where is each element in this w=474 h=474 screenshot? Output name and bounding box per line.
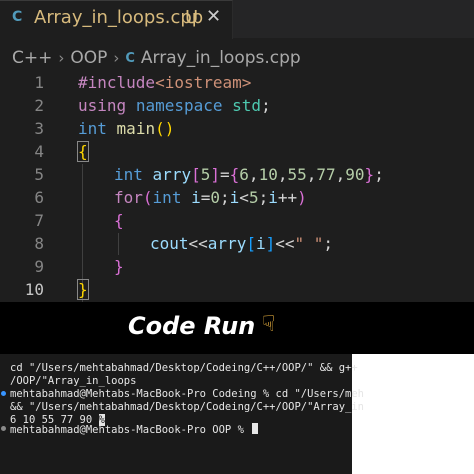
breadcrumb-item-oop[interactable]: OOP xyxy=(70,48,107,68)
close-brace: } xyxy=(114,257,124,276)
tab-array-in-loops[interactable]: C Array_in_loops.cpp U ✕ xyxy=(0,0,233,39)
chevron-right-icon: › xyxy=(58,49,65,67)
loop-limit: 5 xyxy=(248,188,259,207)
for-keyword: for xyxy=(114,188,143,207)
command-status-dot xyxy=(1,426,6,431)
close-brace: } xyxy=(77,279,89,300)
loop-var: i xyxy=(255,234,266,253)
breadcrumb-item-cpp[interactable]: C++ xyxy=(12,48,52,68)
line-number: 6 xyxy=(34,188,44,207)
using-keyword: using xyxy=(78,96,127,115)
terminal-cursor xyxy=(252,423,259,434)
loop-var: i xyxy=(268,188,278,207)
cpp-file-icon: C xyxy=(12,9,23,25)
cpp-file-icon: C xyxy=(125,50,135,66)
int-keyword: int xyxy=(114,165,143,184)
line-number: 4 xyxy=(34,142,44,161)
include-header: <iostream> xyxy=(155,73,252,92)
loop-var: i xyxy=(229,188,240,207)
line-number: 7 xyxy=(34,211,44,230)
terminal-line: cd "/Users/mehtabahmad/Desktop/Codeing/C… xyxy=(10,362,358,374)
line-number-active: 10 xyxy=(24,280,44,299)
cout-identifier: cout xyxy=(150,234,189,253)
chevron-right-icon: › xyxy=(113,49,120,67)
code-line-7: { xyxy=(114,210,124,232)
std-identifier: std xyxy=(232,96,262,115)
line-number: 3 xyxy=(34,119,44,138)
line-number: 2 xyxy=(34,96,44,115)
code-line-4: { xyxy=(77,141,89,163)
array-value: 77 xyxy=(316,165,336,184)
space-string: " " xyxy=(294,234,324,253)
main-function: main xyxy=(116,119,156,138)
int-keyword: int xyxy=(152,188,182,207)
array-value: 55 xyxy=(287,165,307,184)
array-value: 10 xyxy=(258,165,278,184)
terminal-line: mehtabahmad@Mehtabs-MacBook-Pro Codeing … xyxy=(10,388,365,400)
prompt-text: mehtabahmad@Mehtabs-MacBook-Pro OOP % xyxy=(10,424,251,436)
tab-bar: C Array_in_loops.cpp U ✕ xyxy=(0,0,474,39)
caption-text: Code Run xyxy=(128,312,256,340)
indent-guide xyxy=(118,233,119,255)
breadcrumb-item-file[interactable]: Array_in_loops.cpp xyxy=(141,48,301,68)
untracked-badge: U xyxy=(185,7,199,28)
include-keyword: #include xyxy=(78,73,156,92)
loop-var: i xyxy=(191,188,201,207)
array-value: 90 xyxy=(345,165,365,184)
arry-identifier: arry xyxy=(152,165,192,184)
code-editor: C Array_in_loops.cpp U ✕ C++ › OOP › C A… xyxy=(0,0,474,302)
open-brace: { xyxy=(114,211,124,230)
command-status-dot xyxy=(1,391,6,396)
code-line-9: } xyxy=(114,256,124,278)
code-line-10: } xyxy=(77,279,89,301)
blank-panel xyxy=(352,354,474,474)
pointing-down-hand-icon: ☟ xyxy=(262,312,276,337)
line-number: 1 xyxy=(34,73,44,92)
line-number: 8 xyxy=(34,234,44,253)
line-number: 5 xyxy=(34,165,44,184)
loop-start: 0 xyxy=(210,188,221,207)
terminal-prompt[interactable]: mehtabahmad@Mehtabs-MacBook-Pro OOP % xyxy=(10,423,259,437)
code-line-3: int main() xyxy=(78,119,175,138)
array-value: 6 xyxy=(239,165,249,184)
close-icon[interactable]: ✕ xyxy=(206,6,221,27)
tab-label: Array_in_loops.cpp xyxy=(34,7,204,28)
arry-identifier: arry xyxy=(207,234,247,253)
code-line-1: #include<iostream> xyxy=(78,72,251,94)
open-brace: { xyxy=(77,141,89,162)
breadcrumb: C++ › OOP › C Array_in_loops.cpp xyxy=(12,46,301,70)
line-number: 9 xyxy=(34,257,44,276)
array-size: 5 xyxy=(200,165,211,184)
code-line-5: int arry[5]={6,10,55,77,90}; xyxy=(114,165,384,184)
code-line-6: for(int i=0;i<5;i++) xyxy=(114,188,307,207)
terminal-line: && "/Users/mehtabahmad/Desktop/Codeing/C… xyxy=(10,401,365,413)
namespace-keyword: namespace xyxy=(135,96,223,115)
code-line-2: using namespace std; xyxy=(78,96,271,115)
code-line-8: cout<<arry[i]<<" "; xyxy=(150,234,334,253)
terminal-line: /OOP/"Array_in_loops xyxy=(10,375,137,387)
int-keyword: int xyxy=(78,119,107,138)
